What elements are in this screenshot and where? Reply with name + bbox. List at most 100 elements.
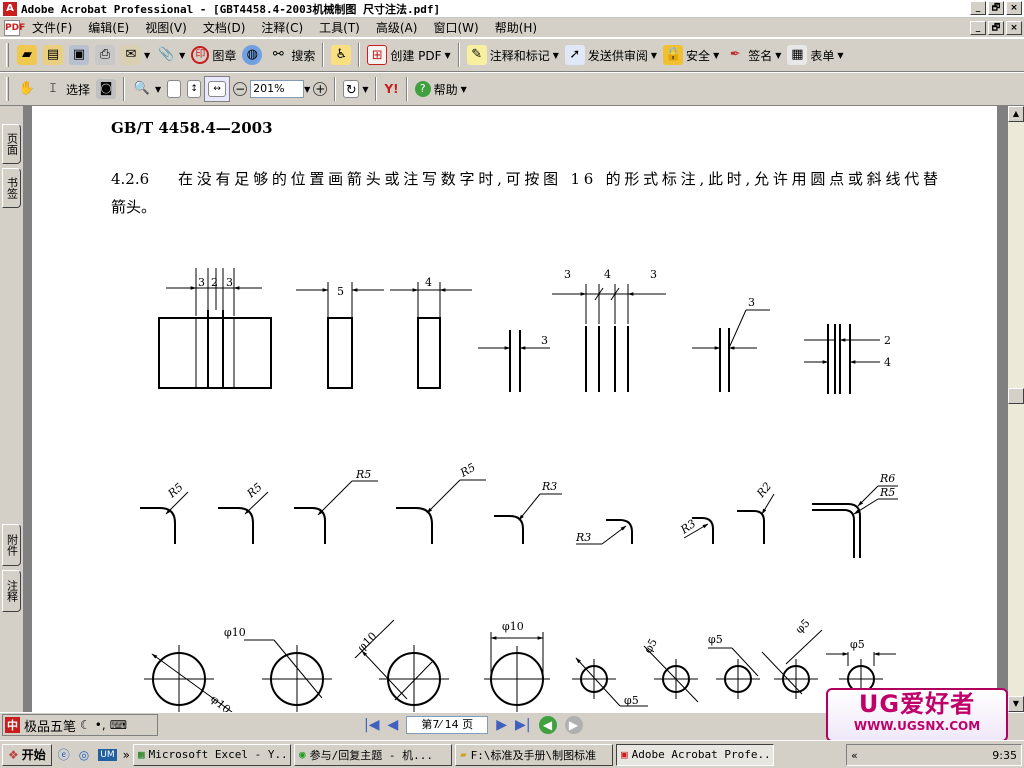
dim-label: 3: [748, 296, 755, 309]
menu-tools[interactable]: 工具(T): [311, 19, 368, 36]
last-page-button[interactable]: ▶|: [515, 717, 530, 733]
hand-tool-button[interactable]: ✋: [14, 76, 40, 102]
organizer-button[interactable]: ▤: [40, 42, 66, 68]
sign-label: 签名: [748, 48, 773, 63]
punctuation-icon[interactable]: •,: [95, 718, 106, 732]
start-button[interactable]: ❖ 开始: [2, 743, 52, 766]
toolbar-grip[interactable]: [6, 43, 9, 67]
menu-edit[interactable]: 编辑(E): [80, 19, 137, 36]
zoom-out-button[interactable]: −: [230, 76, 250, 102]
quicklaunch-ie[interactable]: ⓔ: [55, 742, 73, 768]
binoculars-icon: ⚯: [272, 47, 284, 62]
taskbar-item-explorer[interactable]: ▰ F:\标准及手册\制图标准: [454, 743, 613, 766]
windows-logo-icon: ❖: [8, 747, 19, 762]
taskbar-item-browser[interactable]: ◉ 参与/回复主题 - 机...: [293, 743, 452, 766]
doc-close-button[interactable]: ×: [1006, 21, 1022, 35]
accessibility-icon: ♿: [331, 45, 352, 65]
quicklaunch-um[interactable]: UM: [95, 742, 119, 768]
menu-comments[interactable]: 注释(C): [253, 19, 311, 36]
quicklaunch-app[interactable]: ◎: [76, 742, 92, 768]
document-icon[interactable]: PDF: [4, 19, 25, 36]
folder-icon: ▰: [459, 748, 467, 761]
rotate-button[interactable]: ↻ ▼: [340, 76, 371, 102]
tab-attachments[interactable]: 附件: [2, 524, 21, 566]
taskbar-item-excel[interactable]: ▦ Microsoft Excel - Y...: [132, 743, 291, 766]
scroll-down-button[interactable]: ▼: [1008, 696, 1024, 712]
clock[interactable]: 9:35: [992, 749, 1017, 762]
tray-expand-icon[interactable]: «: [847, 749, 858, 762]
taskbar-item-acrobat[interactable]: ▣ Adobe Acrobat Profe...: [615, 743, 774, 766]
send-review-button[interactable]: ➚ 发送供审阅 ▼: [562, 42, 660, 68]
chevron-down-icon: ▼: [713, 50, 720, 60]
email-button[interactable]: ✉ ▼: [118, 42, 153, 68]
next-page-button[interactable]: ▶: [496, 717, 507, 733]
search-button[interactable]: ⚯ 搜索: [265, 42, 318, 68]
tab-bookmarks[interactable]: 书签: [2, 168, 21, 208]
select-tool-button[interactable]: 𝙸 选择: [40, 76, 93, 102]
snapshot-button[interactable]: ◙: [93, 76, 119, 102]
menu-file[interactable]: 文件(F): [24, 19, 80, 36]
tab-comments[interactable]: 注释: [2, 570, 21, 612]
ime-label[interactable]: 极品五笔: [24, 716, 76, 735]
yahoo-button[interactable]: Y!: [381, 76, 401, 102]
tab-pages[interactable]: 页面: [2, 124, 21, 164]
browser-icon: ◉: [298, 748, 306, 761]
zoom-input[interactable]: 201%: [250, 80, 305, 98]
doc-minimize-button[interactable]: _: [970, 21, 986, 35]
first-page-button[interactable]: |◀: [364, 717, 379, 733]
watermark-logo: UG爱好者 WWW.UGSNX.COM: [826, 688, 1008, 742]
attach-button[interactable]: 📎 ▼: [153, 42, 188, 68]
menu-help[interactable]: 帮助(H): [487, 19, 545, 36]
fit-width-button[interactable]: ↔: [204, 76, 231, 102]
previous-page-button[interactable]: ◀: [387, 717, 398, 733]
vertical-scrollbar[interactable]: ▲ ▼: [1008, 106, 1024, 712]
email-icon: ✉: [121, 45, 141, 65]
task-label: Microsoft Excel - Y...: [148, 748, 291, 761]
sign-button[interactable]: ✒ 签名 ▼: [722, 42, 784, 68]
help-button[interactable]: ? 帮助 ▼: [412, 76, 470, 102]
security-button[interactable]: 🔒 安全 ▼: [660, 42, 722, 68]
form-icon: ▦: [787, 45, 808, 65]
scroll-up-button[interactable]: ▲: [1008, 106, 1024, 122]
pdf-page[interactable]: GB/T 4458.4—2003 4.2.6 在没有足够的位置画箭头或注写数字时…: [32, 106, 997, 712]
web-button[interactable]: ◍: [239, 42, 265, 68]
menu-window[interactable]: 窗口(W): [425, 19, 486, 36]
back-view-button[interactable]: ◀: [538, 716, 557, 734]
toolbar-separator: [375, 77, 378, 101]
menu-view[interactable]: 视图(V): [137, 19, 195, 36]
minimize-button[interactable]: _: [970, 1, 986, 15]
forward-view-button[interactable]: ▶: [564, 716, 583, 734]
menu-advanced[interactable]: 高级(A): [368, 19, 426, 36]
comment-markup-button[interactable]: ✎ 注释和标记 ▼: [464, 42, 562, 68]
doc-restore-button[interactable]: 🗗: [988, 21, 1004, 35]
radius-label: R5: [355, 468, 371, 481]
close-button[interactable]: ×: [1006, 1, 1022, 15]
page-number-input[interactable]: 第7⁄ 14 页: [406, 716, 489, 734]
create-pdf-button[interactable]: ⊞ 创建 PDF ▼: [364, 42, 453, 68]
diameter-label: φ5: [624, 694, 639, 707]
save-button[interactable]: ▣: [66, 42, 92, 68]
actual-size-button[interactable]: [164, 76, 184, 102]
folder-open-icon: ▰: [17, 45, 37, 65]
zoom-tool-button[interactable]: 🔍 ▼: [129, 76, 164, 102]
hand-icon: ✋: [18, 81, 36, 96]
keyboard-icon[interactable]: ⌨: [110, 718, 127, 732]
window-title: Adobe Acrobat Professional - [GBT4458.4-…: [21, 2, 441, 16]
system-tray: « 9:35: [846, 744, 1022, 766]
forms-button[interactable]: ▦ 表单 ▼: [784, 42, 846, 68]
moon-icon[interactable]: ☾: [80, 718, 91, 732]
accessibility-button[interactable]: ♿: [328, 42, 354, 68]
scroll-thumb[interactable]: [1008, 388, 1024, 404]
restore-button[interactable]: 🗗: [988, 1, 1004, 15]
toolbar-separator: [358, 43, 361, 67]
open-button[interactable]: ▰: [14, 42, 40, 68]
menu-document[interactable]: 文档(D): [195, 19, 254, 36]
print-button[interactable]: ⎙: [92, 42, 118, 68]
toolbar-grip[interactable]: [6, 77, 9, 101]
zoom-in-button[interactable]: +: [310, 76, 330, 102]
quicklaunch-overflow-icon[interactable]: »: [123, 748, 130, 762]
ime-logo-icon[interactable]: 中: [5, 717, 20, 733]
stamp-button[interactable]: 印图章: [188, 42, 239, 68]
text-cursor-icon: 𝙸: [48, 81, 58, 96]
fit-page-button[interactable]: ↕: [184, 76, 204, 102]
